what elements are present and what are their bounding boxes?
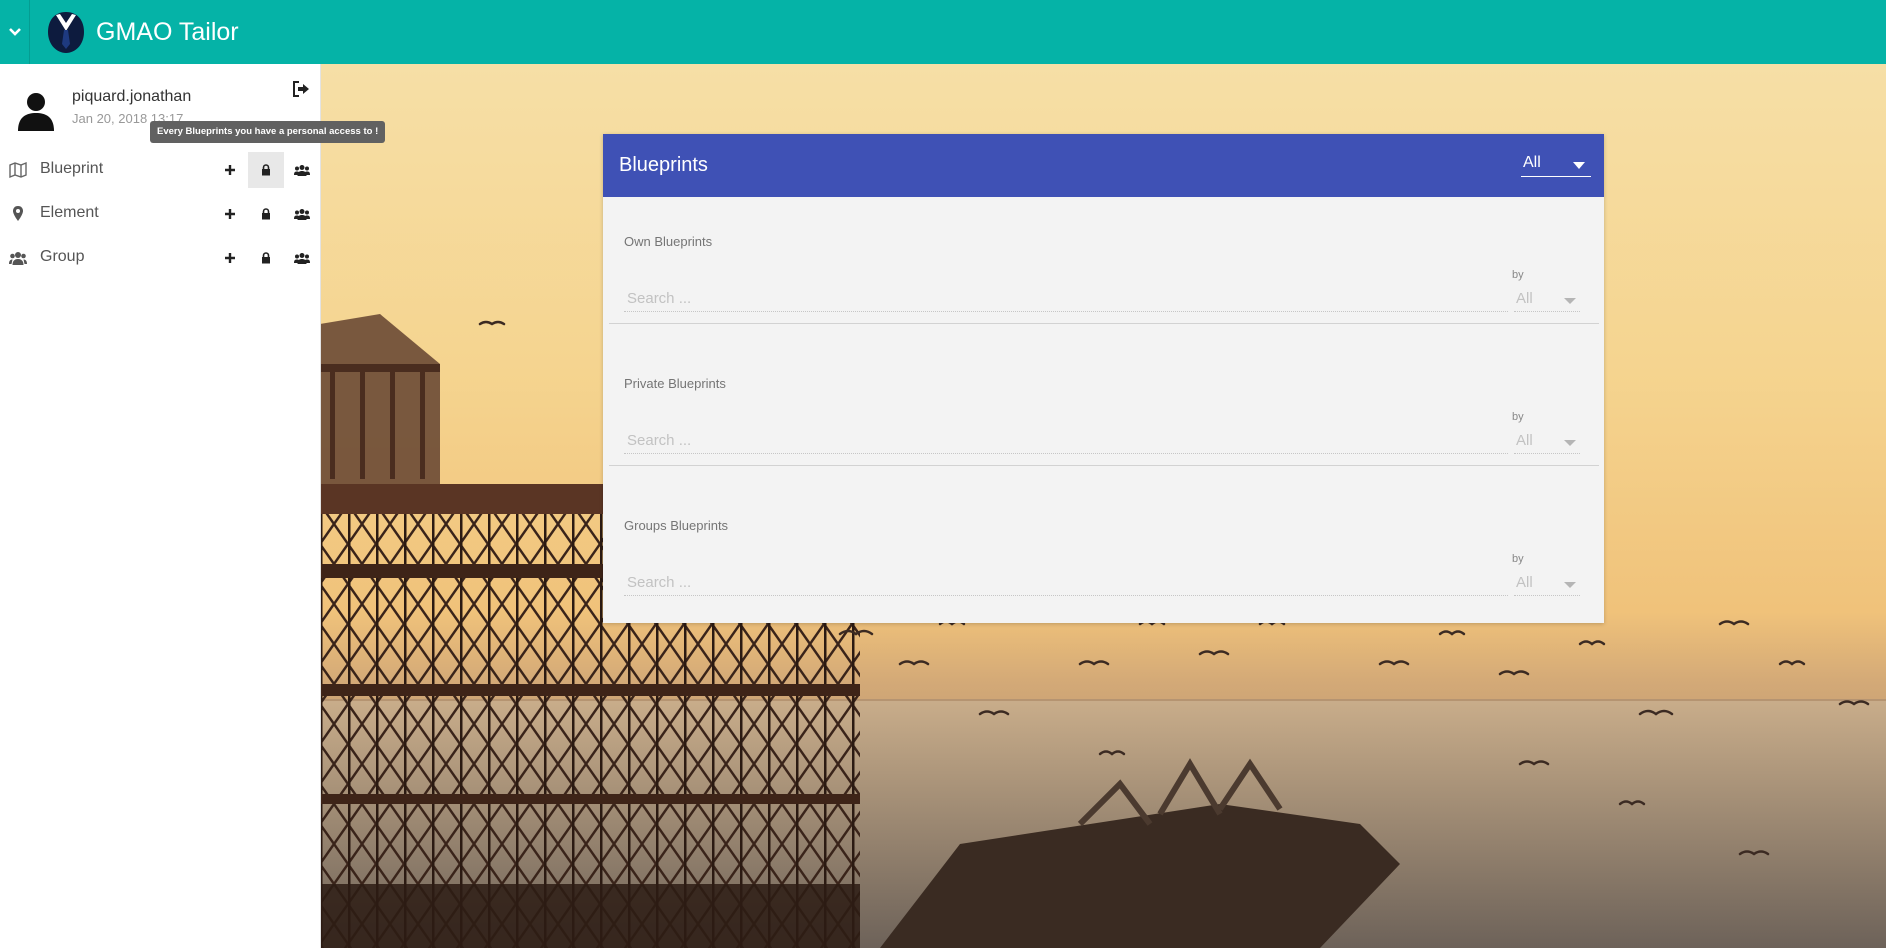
private-blueprints-button[interactable] [248,152,284,188]
blueprints-panel: Blueprints All Own Blueprints by All Pri… [603,134,1604,623]
private-blueprints-search-input[interactable] [624,427,1508,454]
map-marker-icon [13,206,23,221]
divider [609,323,1599,324]
private-elements-button[interactable] [248,196,284,232]
add-element-button[interactable] [212,196,248,232]
caret-down-icon [1564,582,1576,588]
users-icon [294,209,310,220]
group-blueprints-button[interactable] [284,152,320,188]
section-title: Own Blueprints [624,234,713,249]
by-label: by [1512,269,1524,281]
caret-down-icon [1564,298,1576,304]
user-avatar-icon [18,93,54,131]
section-title: Private Blueprints [624,376,726,391]
own-blueprints-section: Own Blueprints by All [603,197,1604,339]
panel-title: Blueprints [619,154,708,176]
own-blueprints-search-input[interactable] [624,285,1508,312]
by-label: by [1512,411,1524,423]
by-select-value: All [1516,574,1533,591]
group-elements-button[interactable] [284,196,320,232]
plus-icon [225,209,235,219]
chevron-down-icon [8,28,21,36]
by-select-value: All [1516,432,1533,449]
username: piquard.jonathan [72,88,192,105]
private-groups-button[interactable] [248,240,284,276]
sidebar-item-element[interactable]: Element [0,194,320,234]
lock-icon [262,208,270,220]
users-icon [294,165,310,176]
map-icon [9,161,27,179]
by-select-value: All [1516,290,1533,307]
sidebar-item-label: Group [40,248,85,265]
caret-down-icon [1573,162,1585,169]
app-title: GMAO Tailor [96,18,239,46]
shared-groups-button[interactable] [284,240,320,276]
caret-down-icon [1564,440,1576,446]
private-blueprints-by-select[interactable]: All [1514,428,1580,454]
sidebar: piquard.jonathan Jan 20, 2018 13:17 Blue… [0,64,321,948]
add-blueprint-button[interactable] [212,152,248,188]
blueprint-filter-select[interactable]: All [1521,152,1591,177]
tooltip: Every Blueprints you have a personal acc… [150,121,386,143]
tailor-logo-icon [48,12,84,53]
logout-button[interactable] [290,78,312,100]
section-title: Groups Blueprints [624,518,729,533]
groups-blueprints-search-input[interactable] [624,569,1508,596]
menu-toggle-button[interactable] [0,0,30,64]
sidebar-item-group[interactable]: Group [0,238,320,278]
own-blueprints-by-select[interactable]: All [1514,286,1580,312]
by-label: by [1512,553,1524,565]
sign-out-icon [293,81,309,97]
private-blueprints-section: Private Blueprints by All [603,339,1604,481]
lock-icon [262,164,270,176]
top-app-bar: GMAO Tailor [0,0,1886,64]
lock-icon [262,252,270,264]
plus-icon [225,253,235,263]
sidebar-item-label: Blueprint [40,160,104,177]
sidebar-item-blueprint[interactable]: Blueprint [0,150,320,190]
add-group-button[interactable] [212,240,248,276]
filter-value: All [1523,154,1541,171]
sidebar-item-label: Element [40,204,99,221]
users-icon [9,252,27,265]
groups-blueprints-section: Groups Blueprints by All [603,481,1604,623]
divider [609,465,1599,466]
panel-header: Blueprints All [603,134,1604,197]
groups-blueprints-by-select[interactable]: All [1514,570,1580,596]
plus-icon [225,165,235,175]
users-icon [294,253,310,264]
